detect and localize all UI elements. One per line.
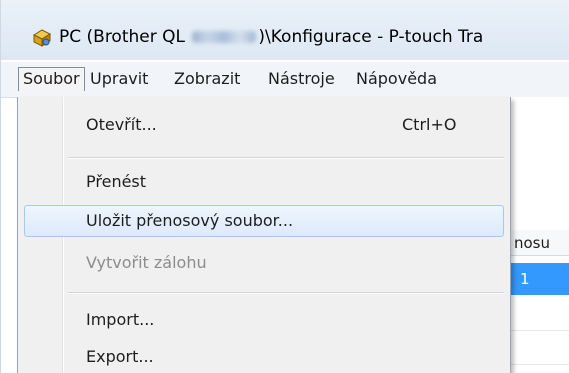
menu-item-export[interactable]: Export... (24, 341, 504, 373)
menu-item-label: Otevřít... (86, 115, 157, 134)
grid-column-header[interactable]: nosu (506, 230, 569, 256)
menu-item-create-backup: Vytvořit zálohu (24, 247, 504, 279)
redacted-model-number (192, 31, 257, 43)
menu-item-transfer[interactable]: Přenést (24, 166, 504, 198)
grid-selected-row[interactable]: 1 (506, 263, 569, 295)
app-window: PC (Brother QL )\Konfigurace - P-touch T… (0, 0, 569, 373)
menu-separator (68, 157, 504, 159)
file-menu-dropdown: Otevřít... Ctrl+O Přenést Uložit přenoso… (17, 97, 511, 373)
menu-napoveda[interactable]: Nápověda (352, 67, 441, 91)
menu-item-shortcut: Ctrl+O (402, 115, 457, 134)
menu-soubor[interactable]: Soubor (18, 67, 85, 91)
menu-bar: Soubor Upravit Zobrazit Nástroje Nápověd… (1, 62, 569, 98)
menu-item-label: Import... (86, 310, 155, 329)
printer-tool-icon (32, 29, 52, 47)
grid-row-divider (506, 364, 569, 365)
menu-item-label: Vytvořit zálohu (86, 253, 207, 272)
menu-separator (68, 292, 504, 294)
menu-item-save-transfer-file[interactable]: Uložit přenosový soubor... (24, 205, 504, 237)
menu-upravit[interactable]: Upravit (86, 67, 152, 91)
menu-zobrazit[interactable]: Zobrazit (170, 67, 244, 91)
title-bar[interactable]: PC (Brother QL )\Konfigurace - P-touch T… (1, 0, 569, 60)
menu-item-label: Uložit přenosový soubor... (86, 211, 294, 230)
window-title: PC (Brother QL )\Konfigurace - P-touch T… (59, 27, 484, 47)
menu-item-open[interactable]: Otevřít... Ctrl+O (24, 109, 504, 141)
menu-item-label: Přenést (86, 172, 147, 191)
grid-row-divider (506, 330, 569, 331)
menu-item-label: Export... (86, 347, 154, 366)
menu-item-import[interactable]: Import... (24, 304, 504, 336)
menu-nastroje[interactable]: Nástroje (264, 67, 339, 91)
